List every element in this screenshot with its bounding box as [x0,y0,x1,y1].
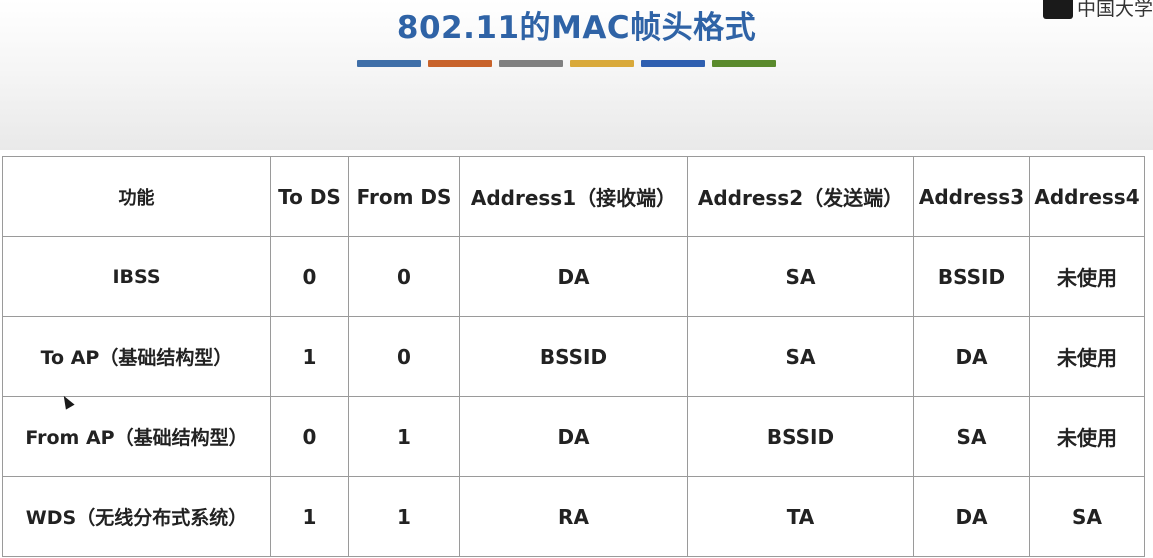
header-from-ds: From DS [348,156,460,237]
cell-to-ds: 0 [270,236,349,317]
header-address2: Address2（发送端） [687,156,914,237]
table-row: IBSS 0 0 DA SA BSSID 未使用 [2,236,1145,317]
cell-address3: SA [913,396,1030,477]
color-bar-dark-blue [641,60,705,67]
color-bar-gray [499,60,563,67]
cell-to-ds: 1 [270,316,349,397]
cell-from-ds: 1 [348,476,460,557]
header-address3: Address3 [913,156,1030,237]
header-address1: Address1（接收端） [459,156,688,237]
header-function: 功能 [2,156,271,237]
cell-function: WDS（无线分布式系统） [2,476,271,557]
cell-function: IBSS [2,236,271,317]
university-logo: 中国大学 [1042,0,1153,21]
cell-address2: SA [687,316,914,397]
cell-from-ds: 1 [348,396,460,477]
cell-function: From AP（基础结构型） [2,396,271,477]
table-row: To AP（基础结构型） 1 0 BSSID SA DA 未使用 [2,316,1145,397]
title-underline-bars [357,60,776,67]
cell-to-ds: 0 [270,396,349,477]
cell-address1: BSSID [459,316,688,397]
cell-address4: 未使用 [1029,396,1145,477]
cell-address1: DA [459,396,688,477]
logo-text: 中国大学 [1076,0,1153,20]
color-bar-blue [357,60,421,67]
cell-address2: TA [687,476,914,557]
cell-address3: DA [913,316,1030,397]
slide-header: 802.11的MAC帧头格式 中国大学 [0,0,1153,150]
cell-address2: SA [687,236,914,317]
cell-address4: SA [1029,476,1145,557]
cell-address4: 未使用 [1029,316,1145,397]
cell-function: To AP（基础结构型） [2,316,271,397]
header-to-ds: To DS [270,156,349,237]
cell-address3: DA [913,476,1030,557]
mac-frame-header-table: 功能 To DS From DS Address1（接收端） Address2（… [2,156,1145,557]
logo-mark-icon [1042,0,1073,19]
table-header-row: 功能 To DS From DS Address1（接收端） Address2（… [2,156,1145,237]
slide-title: 802.11的MAC帧头格式 [396,10,757,46]
cell-address4: 未使用 [1029,236,1145,317]
table-row: WDS（无线分布式系统） 1 1 RA TA DA SA [2,476,1145,557]
color-bar-green [712,60,776,67]
color-bar-orange [428,60,492,67]
cell-address3: BSSID [913,236,1030,317]
cell-from-ds: 0 [348,316,460,397]
color-bar-yellow [570,60,634,67]
cell-address1: DA [459,236,688,317]
cell-address1: RA [459,476,688,557]
header-address4: Address4 [1029,156,1145,237]
cell-address2: BSSID [687,396,914,477]
cell-to-ds: 1 [270,476,349,557]
table-row: From AP（基础结构型） 0 1 DA BSSID SA 未使用 [2,396,1145,477]
cell-from-ds: 0 [348,236,460,317]
